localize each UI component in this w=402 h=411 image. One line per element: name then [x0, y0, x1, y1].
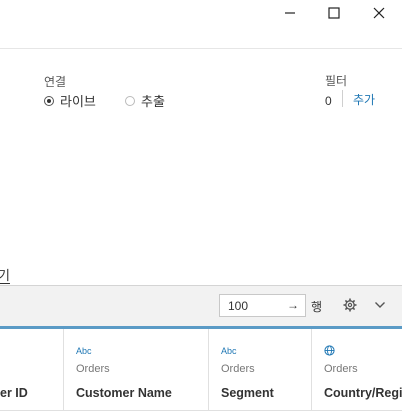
column-header-country-region[interactable]: Orders Country/Regi — [312, 329, 402, 410]
column-name: er ID — [0, 386, 28, 400]
close-button[interactable] — [357, 0, 401, 26]
maximize-button[interactable] — [312, 0, 356, 26]
rows-input-value: 100 — [228, 299, 249, 313]
rows-input[interactable]: 100 → — [219, 294, 306, 317]
filters-separator — [342, 90, 343, 107]
chevron-down-icon[interactable] — [374, 300, 386, 310]
close-icon — [373, 7, 385, 19]
filters-add-link[interactable]: 추가 — [353, 91, 375, 108]
header-divider — [0, 48, 402, 49]
data-grid-header: er ID Abc Orders Customer Name Abc Order… — [0, 329, 402, 411]
connection-option-live-label: 라이브 — [60, 94, 96, 109]
arrow-right-icon[interactable]: → — [287, 298, 299, 312]
column-name: Customer Name — [76, 386, 172, 400]
string-type-icon[interactable]: Abc — [76, 346, 92, 356]
connection-label: 연결 — [44, 75, 67, 89]
radio-unselected-icon — [125, 95, 135, 106]
column-source: Orders — [221, 363, 255, 375]
column-source: Orders — [76, 363, 110, 375]
data-grid-toolbar: 100 → 행 — [0, 285, 402, 327]
connection-option-extract-label: 추출 — [141, 94, 165, 109]
minimize-icon — [285, 12, 295, 14]
column-source: Orders — [324, 363, 358, 375]
sheet-tab[interactable]: 기 — [0, 265, 10, 284]
connection-option-live[interactable]: 라이브 — [44, 91, 96, 110]
column-header-customer-id[interactable]: er ID — [0, 329, 64, 410]
filters-count: 0 — [325, 94, 332, 108]
column-name: Country/Regi — [324, 386, 402, 400]
column-name: Segment — [221, 386, 274, 400]
globe-icon[interactable] — [324, 345, 335, 356]
gear-icon[interactable] — [343, 298, 357, 312]
connection-option-extract[interactable]: 추출 — [125, 91, 165, 110]
minimize-button[interactable] — [268, 0, 312, 26]
column-header-customer-name[interactable]: Abc Orders Customer Name — [64, 329, 209, 410]
column-header-segment[interactable]: Abc Orders Segment — [209, 329, 312, 410]
radio-selected-icon — [44, 95, 54, 106]
rows-label: 행 — [311, 300, 323, 314]
filters-label: 필터 — [325, 74, 348, 88]
string-type-icon[interactable]: Abc — [221, 346, 237, 356]
maximize-icon — [328, 7, 340, 19]
